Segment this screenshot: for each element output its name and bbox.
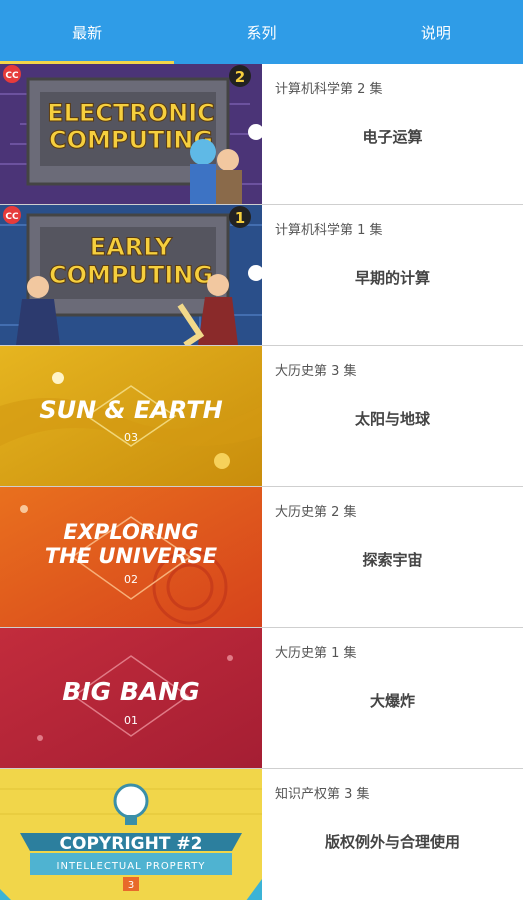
thumb-title-line1: EARLY — [90, 233, 173, 261]
episode-row[interactable]: EXPLORING THE UNIVERSE 02 大历史第 2 集 探索宇宙 — [0, 487, 523, 628]
thumb-title-line1: BIG BANG — [62, 677, 199, 706]
episode-series: 大历史第 1 集 — [275, 646, 357, 661]
thumb-title-line1: ELECTRONIC — [47, 99, 215, 127]
tab-latest-label: 最新 — [72, 23, 103, 42]
episode-row[interactable]: ELECTRONIC COMPUTING CC 2 计算机科学第 2 集 电子运… — [0, 64, 523, 205]
episode-series: 大历史第 3 集 — [275, 364, 357, 379]
tab-about[interactable]: 说明 — [349, 0, 523, 64]
episode-info: 计算机科学第 1 集 早期的计算 — [262, 205, 523, 345]
episode-thumbnail: EXPLORING THE UNIVERSE 02 — [0, 487, 262, 627]
thumb-episode-number: 02 — [124, 573, 138, 586]
episode-info: 大历史第 1 集 大爆炸 — [262, 628, 523, 768]
episode-title: 探索宇宙 — [362, 551, 423, 569]
episode-badge: 1 — [235, 209, 245, 227]
episode-info: 计算机科学第 2 集 电子运算 — [262, 64, 523, 204]
episode-list: ELECTRONIC COMPUTING CC 2 计算机科学第 2 集 电子运… — [0, 64, 523, 900]
tab-about-label: 说明 — [420, 23, 451, 42]
episode-thumbnail: ELECTRONIC COMPUTING CC 2 — [0, 64, 262, 204]
episode-thumbnail: BIG BANG 01 — [0, 628, 262, 768]
episode-info: 知识产权第 3 集 版权例外与合理使用 — [262, 769, 523, 900]
cc-logo: CC — [5, 212, 19, 222]
episode-thumbnail: COPYRIGHT #2 INTELLECTUAL PROPERTY 3 — [0, 769, 262, 900]
episode-badge: 2 — [235, 68, 245, 86]
app-window: 最新 系列 说明 ELECTRONIC COMPUTING CC 2 计算机科学… — [0, 0, 523, 900]
episode-row[interactable]: EARLY COMPUTING CC 1 计算机科学第 1 集 早期的计算 — [0, 205, 523, 346]
episode-row[interactable]: SUN & EARTH 03 大历史第 3 集 太阳与地球 — [0, 346, 523, 487]
thumb-episode-number: 01 — [124, 714, 138, 727]
thumb-title-line2: COMPUTING — [49, 261, 213, 289]
episode-series: 知识产权第 3 集 — [275, 787, 370, 802]
episode-info: 大历史第 2 集 探索宇宙 — [262, 487, 523, 627]
cc-logo: CC — [5, 71, 19, 81]
episode-thumbnail: EARLY COMPUTING CC 1 — [0, 205, 262, 345]
thumb-subtitle: INTELLECTUAL PROPERTY — [57, 861, 206, 872]
episode-title: 版权例外与合理使用 — [324, 833, 460, 851]
episode-series: 计算机科学第 2 集 — [275, 82, 383, 97]
episode-title: 大爆炸 — [369, 692, 415, 710]
episode-title: 太阳与地球 — [354, 410, 430, 428]
episode-series: 计算机科学第 1 集 — [275, 223, 383, 238]
thumb-episode-number: 03 — [124, 431, 138, 444]
episode-series: 大历史第 2 集 — [275, 505, 357, 520]
thumb-title-line2: THE UNIVERSE — [45, 544, 218, 568]
tab-series[interactable]: 系列 — [174, 0, 348, 64]
episode-thumbnail: SUN & EARTH 03 — [0, 346, 262, 486]
episode-title: 电子运算 — [362, 128, 423, 146]
thumb-title-line2: COMPUTING — [49, 126, 213, 154]
episode-row[interactable]: BIG BANG 01 大历史第 1 集 大爆炸 — [0, 628, 523, 769]
tab-latest[interactable]: 最新 — [0, 0, 175, 64]
thumb-title-line1: SUN & EARTH — [39, 396, 222, 424]
tab-bar: 最新 系列 说明 — [0, 0, 523, 64]
episode-row[interactable]: COPYRIGHT #2 INTELLECTUAL PROPERTY 3 知识产… — [0, 769, 523, 900]
thumb-title-line1: COPYRIGHT #2 — [60, 834, 203, 854]
episode-info: 大历史第 3 集 太阳与地球 — [262, 346, 523, 486]
episode-title: 早期的计算 — [354, 269, 430, 287]
tab-series-label: 系列 — [246, 23, 277, 42]
episode-badge: 3 — [128, 880, 134, 891]
thumb-title-line1: EXPLORING — [63, 520, 198, 544]
